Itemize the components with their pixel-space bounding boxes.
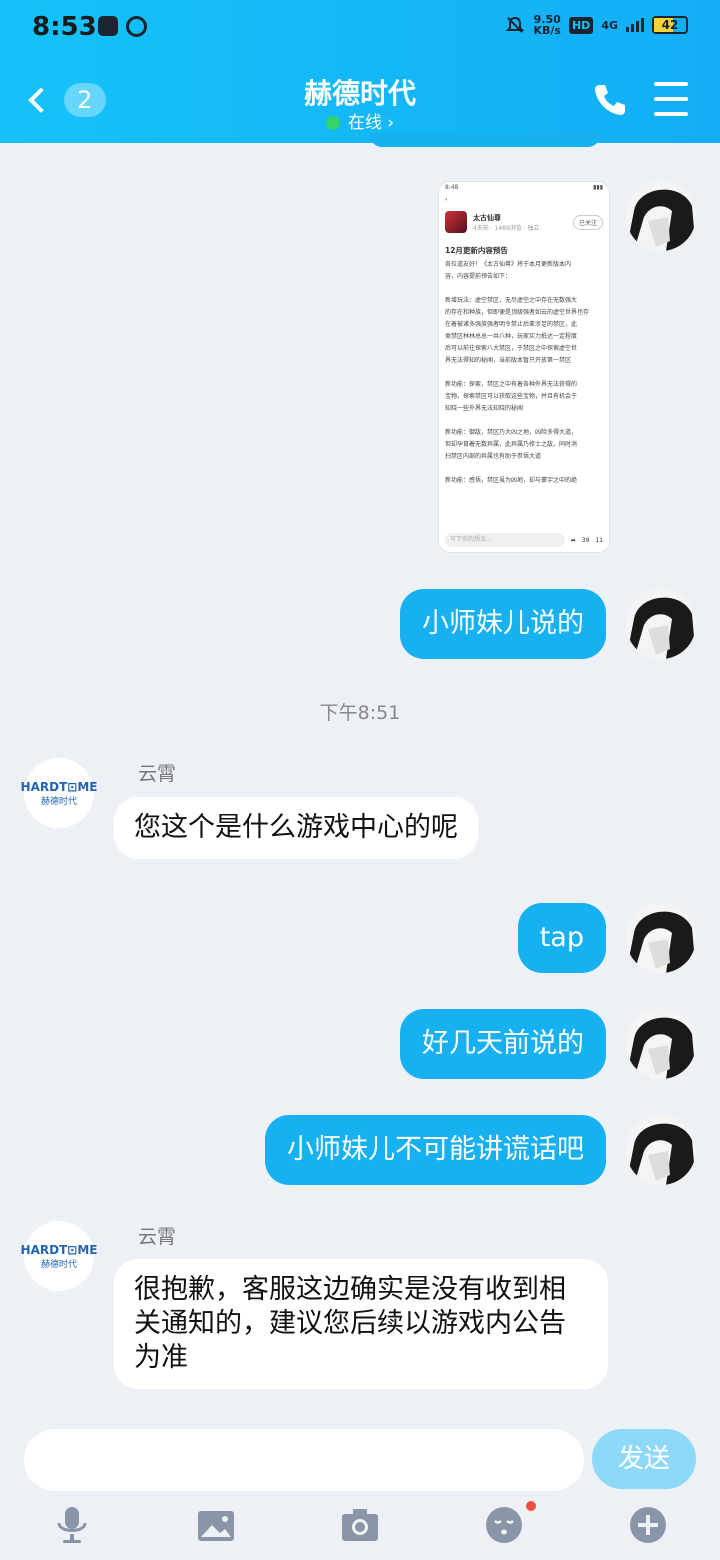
image-post-line: 各位道友好！《太古仙尊》将于本月更新版本内 [445,261,572,268]
game-icon [445,211,467,233]
outgoing-message[interactable]: 小师妹儿不可能讲谎话吧 [265,1115,606,1185]
status-time: 8:53 [32,12,97,42]
image-comment-placeholder: 写下你的想法... [445,533,565,547]
my-avatar[interactable] [626,1009,696,1079]
image-status-time: 8:48 [445,184,459,191]
image-post-line: 类禁区林林总总一共八种，玩家实力抵达一定程度 [445,333,578,340]
image-follow-label: 已关注 [572,214,603,230]
image-post-line: 知晓一些外界无法知晓的秘闻 [445,405,524,412]
service-logo-subtext: 赫德时代 [40,1259,77,1270]
image-post-header: 太古仙尊 4天前 · 1489浏览 · 独立 已关注 [439,205,609,239]
image-comment-bar: 写下你的想法... ➦ 39 11 [445,533,603,547]
anime-avatar-icon [626,589,696,659]
image-post-title: 12月更新内容预告 [445,246,508,255]
image-status-icons: ▮▮▮ [593,184,603,191]
anime-avatar-icon [626,1009,696,1079]
image-post-line: 容，内容提前预告如下： [445,273,512,280]
signal-bars-icon [626,18,644,32]
image-post-line: 的存在和种族，但即便是顶级强者如云的虚空世界也存 [445,309,590,316]
online-dot-icon [325,116,340,130]
image-post-line: 新增玩法：虚空禁区，无尽虚空之中存在无数强大 [445,297,578,304]
chat-header: 8:53 9.50 KB/s HD 4G 42 2 赫德时代 在线 › [0,0,720,143]
mute-bell-icon [506,16,525,33]
battery-level: 42 [661,18,679,32]
image-status-bar: 8:48 ▮▮▮ [439,182,609,194]
outgoing-message[interactable]: 小师妹儿说的 [400,589,606,659]
image-post-line: 新功能：感悟，禁区虽为凶地，却与寰宇之中的绝 [445,477,578,484]
image-post-line: 但却孕育着无数异属，此异属乃修士之敌，同时消 [445,441,578,448]
my-avatar[interactable] [626,1115,696,1185]
phone-call-icon[interactable] [590,80,630,120]
service-logo-text: HARDT⊡ME [20,1242,98,1257]
image-game-meta: 4天前 · 1489浏览 · 独立 [473,224,540,232]
status-notification-icons [98,16,147,37]
image-post-line: 界无法得知的秘闻，当前版本暂只开放第一禁区 [445,357,572,364]
image-post-line: 在着被诸多强族强者明令禁止后辈涉足的禁区，此 [445,321,578,328]
presence-label: 在线 › [347,113,395,133]
anime-avatar-icon [626,1115,696,1185]
image-share-icon: ➦ [570,536,576,544]
image-post-line [439,415,609,427]
hd-badge: HD [568,16,594,34]
chat-messages[interactable]: 8:48 ▮▮▮ ‹ 太古仙尊 4天前 · 1489浏览 · 独立 已关注 12… [0,133,720,1413]
notification-dot [526,1501,536,1511]
image-post-body: 各位道友好！《太古仙尊》将于本月更新版本内 容，内容提前预告如下： 新增玩法：虚空… [439,259,609,487]
image-post-line: 新功能：探索，禁区之中有着各种外界无法获得的 [445,381,578,388]
sender-name: 云霄 [138,763,177,785]
image-comment-count: 39 [581,536,590,544]
image-message[interactable]: 8:48 ▮▮▮ ‹ 太古仙尊 4天前 · 1489浏览 · 独立 已关注 12… [438,181,610,553]
send-button[interactable]: 发送 [592,1429,696,1489]
camera-icon[interactable] [340,1505,380,1545]
image-game-name: 太古仙尊 [473,213,501,222]
service-avatar[interactable]: HARDT⊡ME 赫德时代 [21,758,97,828]
app-notification-icon [126,16,147,37]
network-type: 4G [601,18,618,32]
outgoing-message[interactable]: 好几天前说的 [400,1009,606,1079]
battery-icon: 42 [652,16,688,34]
incoming-message[interactable]: 您这个是什么游戏中心的呢 [114,797,478,859]
image-post-line: 后可以前往探索八大禁区，于禁区之中探索虚空世 [445,345,578,352]
emoji-icon[interactable] [484,1505,524,1545]
plus-icon[interactable] [628,1505,668,1545]
image-post-line: 宝物，探索禁区可以获取这些宝物，并且有机会于 [445,393,578,400]
image-post-line: 扫禁区内部的异属也有助于参悟大道 [445,453,542,460]
image-post-line [439,367,609,379]
menu-icon[interactable] [654,82,688,116]
my-avatar[interactable] [626,181,696,251]
network-speed: 9.50 KB/s [533,14,560,36]
message-input[interactable] [24,1429,584,1491]
message-composer: 发送 [0,1413,720,1560]
anime-avatar-icon [626,903,696,973]
sender-name: 云霄 [138,1226,177,1248]
network-speed-unit: KB/s [533,24,561,37]
my-avatar[interactable] [626,903,696,973]
microphone-icon[interactable] [52,1505,92,1545]
status-indicators: 9.50 KB/s HD 4G 42 [505,14,688,36]
image-post-line [439,283,609,295]
image-post-line [439,463,609,475]
my-avatar[interactable] [626,589,696,659]
image-nav-row: ‹ [445,196,448,203]
incoming-message[interactable]: 很抱歉，客服这边确实是没有收到相关通知的，建议您后续以游戏内公告为准 [114,1259,608,1389]
anime-avatar-icon [626,181,696,251]
previous-message-fragment [370,133,600,147]
message-notification-icon [98,16,118,36]
message-timestamp: 下午8:51 [319,702,401,724]
image-icon[interactable] [196,1505,236,1545]
service-avatar[interactable]: HARDT⊡ME 赫德时代 [21,1221,97,1291]
service-logo-text: HARDT⊡ME [20,779,98,794]
image-like-count: 11 [595,536,603,544]
service-logo-subtext: 赫德时代 [40,796,77,807]
outgoing-message[interactable]: tap [517,903,606,973]
image-post-line: 新功能：御敌，禁区乃大凶之地，凶险多得大道， [445,429,578,436]
